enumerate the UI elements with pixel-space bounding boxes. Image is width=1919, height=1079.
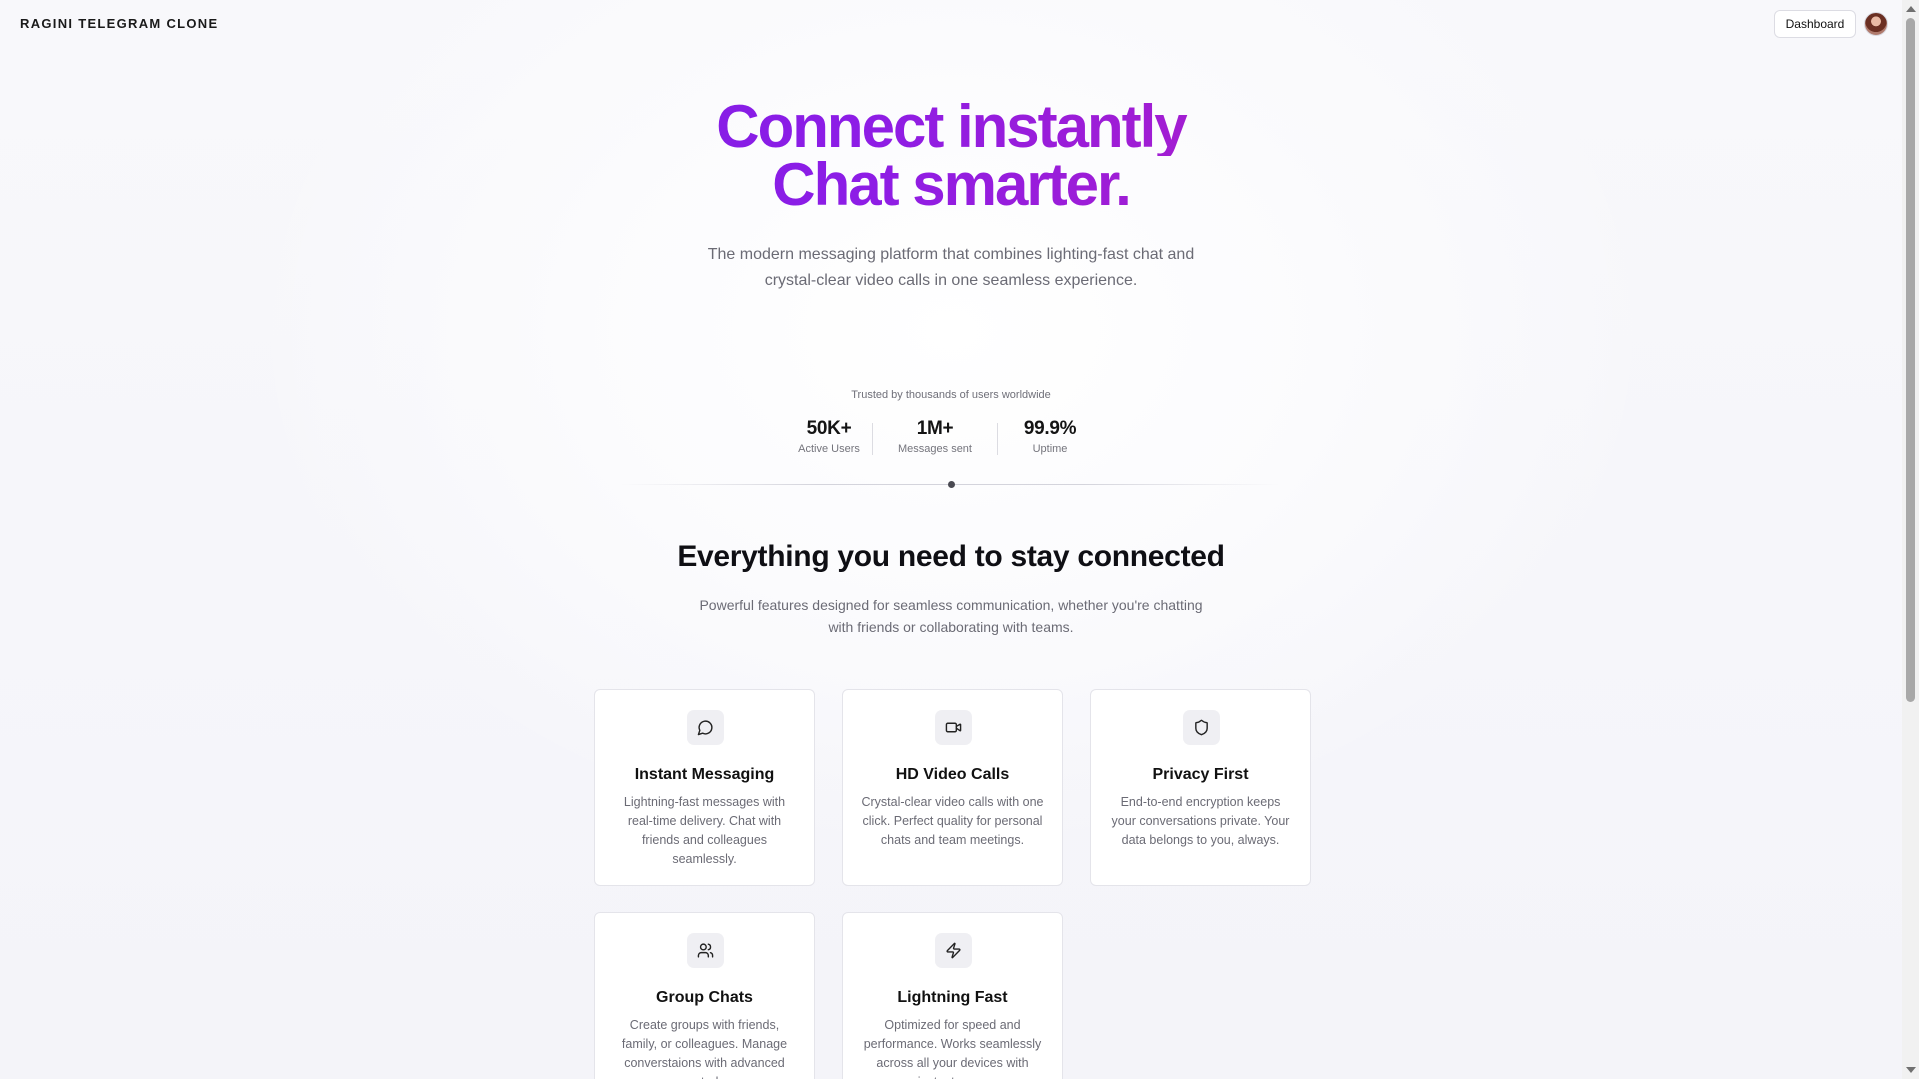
scroll-down-arrow-icon[interactable] <box>1902 1063 1919 1077</box>
zap-icon <box>935 933 972 968</box>
stat-value: 99.9% <box>1023 418 1077 439</box>
feature-card-group-chats: Group Chats Create groups with friends, … <box>594 912 815 1079</box>
divider-dot <box>948 481 955 488</box>
feature-card-title: Instant Messaging <box>634 766 775 783</box>
message-circle-icon <box>687 710 724 745</box>
brand-logo[interactable]: RAGINI TELEGRAM CLONE <box>20 16 218 31</box>
feature-card-description: Lightning-fast messages with real-time d… <box>623 795 786 866</box>
hero-title-line-2: Chat smarter. <box>0 155 1902 215</box>
feature-card-title: Group Chats <box>656 989 753 1006</box>
stat-label: Messages sent <box>898 443 972 455</box>
vertical-scrollbar[interactable] <box>1902 0 1919 1079</box>
video-icon <box>935 710 972 745</box>
features-title: Everything you need to stay connected <box>677 540 1225 573</box>
scrollbar-thumb[interactable] <box>1906 18 1915 702</box>
feature-card-title: Privacy First <box>1152 766 1249 783</box>
stat-active-users: 50K+ Active Users <box>786 418 872 455</box>
feature-card-description: Create groups with friends, family, or c… <box>621 1018 788 1079</box>
hero-subtitle: The modern messaging platform that combi… <box>707 246 1195 289</box>
stats-row: 50K+ Active Users 1M+ Messages sent 99.9… <box>786 418 1102 455</box>
stat-label: Active Users <box>798 443 860 455</box>
hero-title: Connect instantly Chat smarter. <box>0 97 1902 215</box>
feature-card-hd-video-calls: HD Video Calls Crystal-clear video calls… <box>842 689 1063 886</box>
feature-card-description: Crystal-clear video calls with one click… <box>861 795 1044 847</box>
dashboard-button[interactable]: Dashboard <box>1774 10 1856 38</box>
trusted-caption: Trusted by thousands of users worldwide <box>851 389 1051 401</box>
feature-card-instant-messaging: Instant Messaging Lightning-fast message… <box>594 689 815 886</box>
users-icon <box>687 933 724 968</box>
stat-value: 50K+ <box>806 418 852 439</box>
feature-card-title: Lightning Fast <box>897 989 1008 1006</box>
stat-messages-sent: 1M+ Messages sent <box>873 418 997 455</box>
feature-card-lightning-fast: Lightning Fast Optimized for speed and p… <box>842 912 1063 1079</box>
stat-uptime: 99.9% Uptime <box>998 418 1102 455</box>
shield-icon <box>1183 710 1220 745</box>
user-avatar[interactable] <box>1864 12 1888 36</box>
feature-card-title: HD Video Calls <box>895 766 1010 783</box>
features-subtitle: Powerful features designed for seamless … <box>699 597 1203 635</box>
hero-title-line-1: Connect instantly <box>0 97 1902 157</box>
feature-card-description: End-to-end encryption keeps your convers… <box>1111 795 1290 847</box>
landing-page: RAGINI TELEGRAM CLONE Dashboard Connect … <box>0 0 1902 1079</box>
stat-value: 1M+ <box>916 418 954 439</box>
feature-card-privacy-first: Privacy First End-to-end encryption keep… <box>1090 689 1311 886</box>
stat-label: Uptime <box>1032 443 1068 455</box>
scroll-up-arrow-icon[interactable] <box>1902 2 1919 16</box>
feature-card-description: Optimized for speed and performance. Wor… <box>863 1018 1042 1079</box>
